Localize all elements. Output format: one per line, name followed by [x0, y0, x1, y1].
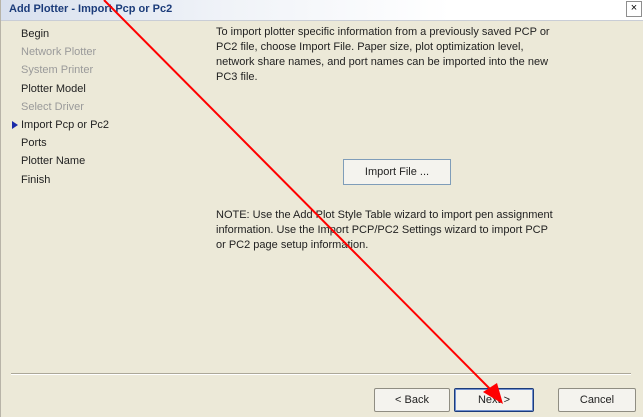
step-plotter-model: Plotter Model [21, 82, 86, 95]
current-step-arrow-icon [12, 121, 18, 130]
step-plotter-name: Plotter Name [21, 155, 86, 168]
step-network-plotter: Network Plotter [21, 46, 97, 59]
import-file-button[interactable]: Import File ... [343, 159, 451, 185]
step-begin: Begin [21, 28, 50, 40]
step-system-printer: System Printer [21, 64, 94, 77]
wizard-steps: Begin Network Plotter System Printer Plo… [12, 25, 171, 189]
window-title: Add Plotter - Import Pcp or Pc2 [9, 3, 173, 15]
footer-divider [11, 373, 631, 375]
step-import-pcp-or-pc2: Import Pcp or Pc2 [12, 116, 171, 134]
note-text: NOTE: Use the Add Plot Style Table wizar… [216, 209, 553, 251]
close-icon: × [630, 2, 638, 14]
step-finish: Finish [21, 173, 51, 186]
add-plotter-dialog: Add Plotter - Import Pcp or Pc2 × Begin … [0, 0, 643, 417]
step-ports: Ports [21, 137, 47, 150]
back-button[interactable]: < Back [374, 388, 450, 412]
intro-text: To import plotter specific information f… [216, 26, 550, 83]
close-button[interactable]: × [626, 1, 642, 17]
step-select-driver: Select Driver [21, 100, 84, 113]
cancel-button[interactable]: Cancel [558, 388, 636, 412]
title-bar: Add Plotter - Import Pcp or Pc2 × [1, 0, 643, 21]
next-button[interactable]: Next > [454, 388, 534, 412]
